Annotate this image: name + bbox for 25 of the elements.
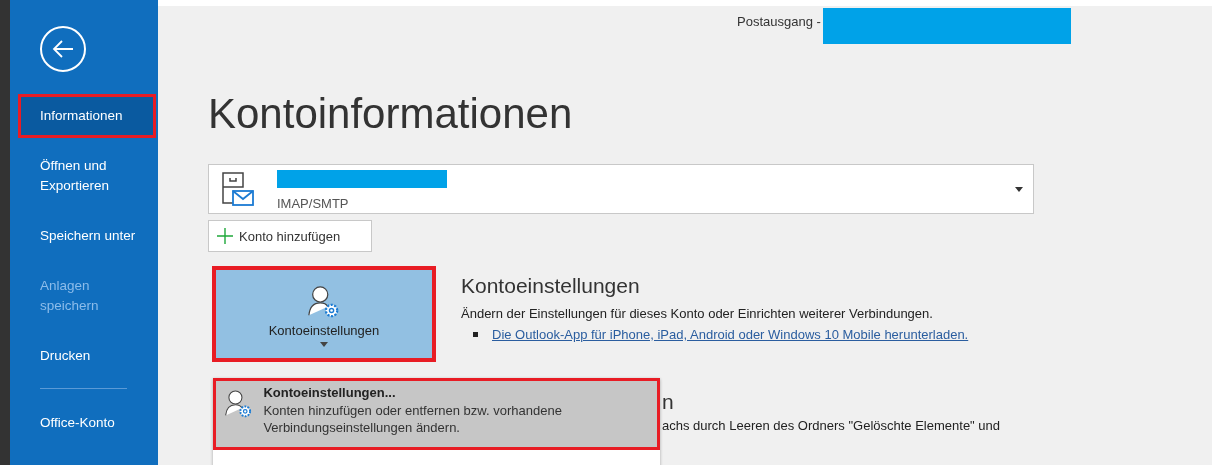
window-title: Postausgang - — [737, 14, 821, 29]
sidebar-item[interactable]: Office-Konto — [18, 401, 156, 445]
section-description: Ändern der Einstellungen für dieses Konto oder Einrichten weiterer Verbindungen. — [461, 306, 934, 321]
dropdown-caret-icon — [1015, 187, 1023, 192]
section-heading: Kontoeinstellungen — [461, 274, 641, 298]
add-account-button[interactable]: Konto hinzufügen — [208, 220, 372, 252]
plus-icon — [217, 228, 233, 244]
section-description: achs durch Leeren des Ordners "Gelöschte Elemente" und — [662, 418, 1002, 433]
caret-icon — [320, 342, 328, 347]
bullet — [473, 332, 478, 337]
sidebar-item[interactable]: Öffnen und Exportieren — [18, 144, 156, 208]
sidebar-item[interactable]: Speichern unter — [18, 214, 156, 258]
sidebar-item[interactable]: Drucken — [18, 334, 156, 378]
page-heading: Kontoinformationen — [208, 90, 574, 138]
account-settings-icon — [307, 285, 341, 319]
account-dropdown[interactable]: IMAP/SMTP — [208, 164, 1034, 214]
menu-item[interactable]: Kontoeinstellungen... Konten hinzufügen oder entfernen bzw. vorhandene Verbindungseinstellungen ändern. — [213, 378, 660, 450]
back-button[interactable] — [40, 26, 86, 72]
back-arrow-icon — [51, 39, 75, 59]
account-settings-button[interactable]: Kontoeinstellungen — [212, 266, 436, 362]
download-link[interactable]: Die Outlook-App für iPhone, iPad, Android oder Windows 10 Mobile herunterladen. — [492, 327, 969, 342]
mailbox-icon — [221, 171, 255, 207]
section-heading: n — [662, 390, 675, 414]
sidebar-item[interactable]: Informationen — [18, 94, 156, 138]
account-type: IMAP/SMTP — [277, 195, 350, 211]
